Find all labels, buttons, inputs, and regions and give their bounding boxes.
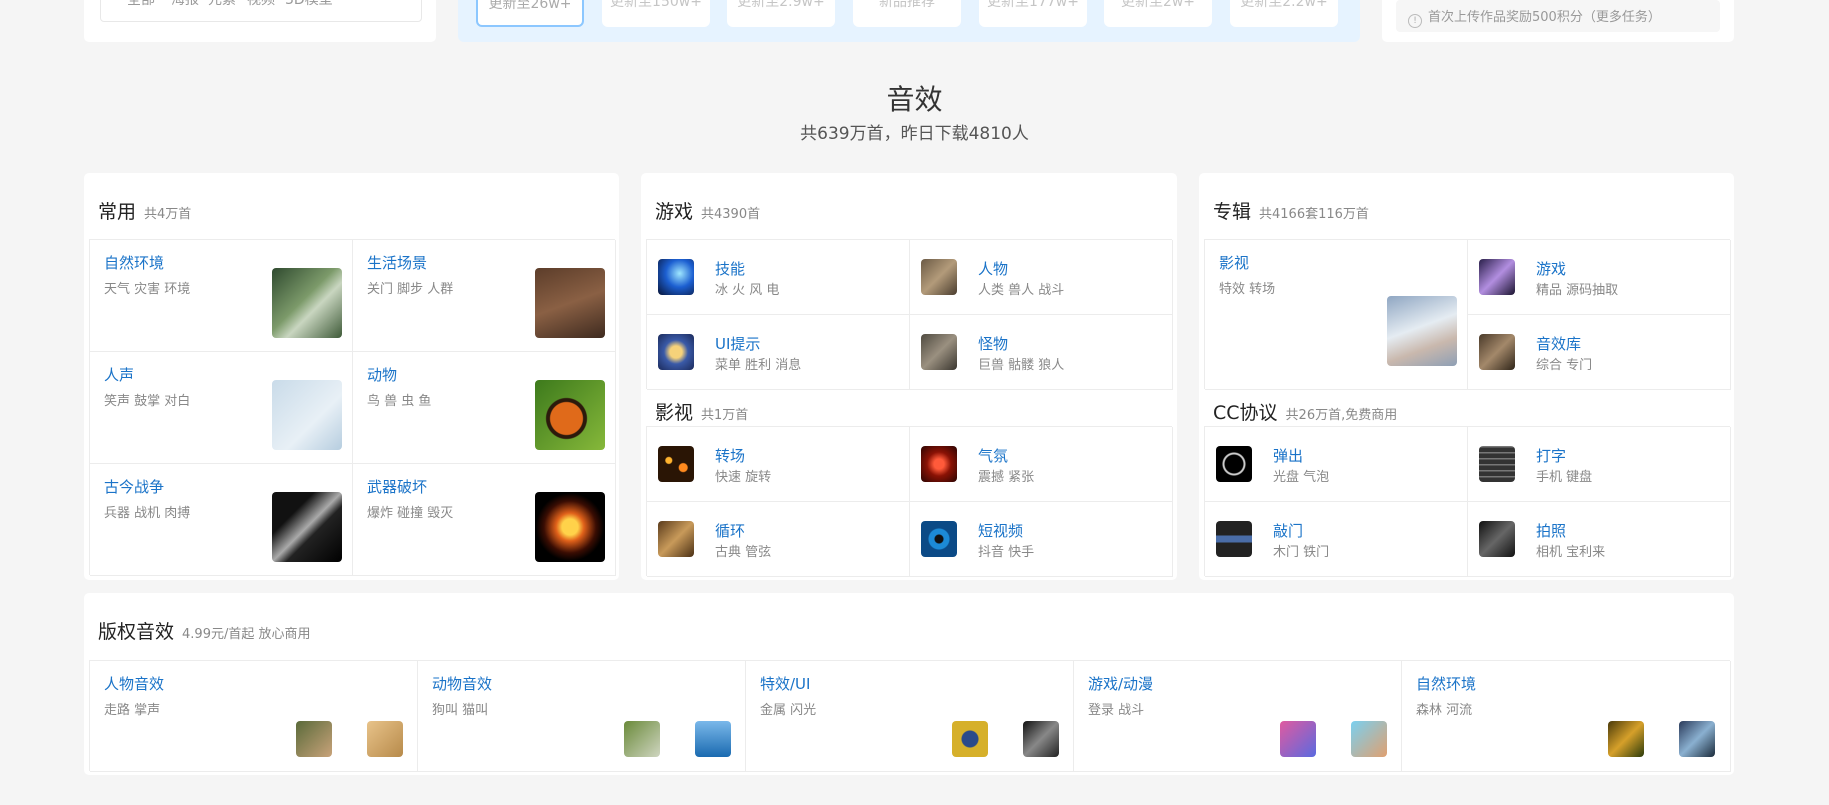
copyright-item[interactable]: 人物音效 走路 掌声 <box>90 661 418 772</box>
filter-poster[interactable]: 海报 <box>171 0 199 9</box>
album-item[interactable]: 游戏 精品 源码抽取 <box>1468 240 1731 315</box>
notice-panel: ! 首次上传作品奖励500积分（更多任务） <box>1382 0 1734 42</box>
filter-3d[interactable]: 3D模型 <box>285 0 333 9</box>
river-thumbnail <box>1679 721 1715 757</box>
common-item[interactable]: 人声 笑声 鼓掌 对白 <box>90 352 353 464</box>
anime-thumbnail <box>1280 721 1316 757</box>
album-title: 专辑 共4166套116万首 <box>1213 201 1369 223</box>
ui-alert-icon <box>658 334 694 370</box>
copyright-item[interactable]: 动物音效 狗叫 猫叫 <box>418 661 746 772</box>
clapping-thumbnail <box>367 721 403 757</box>
common-item[interactable]: 自然环境 天气 灾害 环境 <box>90 240 353 352</box>
forest-thumbnail <box>272 268 342 338</box>
common-item[interactable]: 武器破坏 爆炸 碰撞 毁灭 <box>353 464 616 576</box>
skill-icon <box>658 259 694 295</box>
atmosphere-icon <box>921 446 957 482</box>
copyright-item[interactable]: 特效/UI 金属 闪光 <box>746 661 1074 772</box>
film-item[interactable]: 循环 古典 管弦 <box>647 502 910 577</box>
film-grid: 转场 快速 旋转 气氛 震撼 紧张 循环 古典 管弦 短视频 抖音 快手 <box>646 426 1173 577</box>
short-video-icon <box>921 521 957 557</box>
character-icon <box>921 259 957 295</box>
common-grid: 自然环境 天气 灾害 环境 生活场景 关门 脚步 人群 人声 笑声 鼓掌 对白 动物鸟… <box>89 239 616 576</box>
dolphin-thumbnail <box>695 721 731 757</box>
album-grid: 影视 特效 转场 游戏 精品 源码抽取 音效库 综合 专门 <box>1204 239 1731 390</box>
film-title: 影视 共1万首 <box>655 402 749 424</box>
cc-item[interactable]: 弹出 光盘 气泡 <box>1205 427 1468 502</box>
album-feature[interactable]: 影视 特效 转场 <box>1205 240 1468 390</box>
chip-thumbnail <box>952 721 988 757</box>
walking-thumbnail <box>296 721 332 757</box>
update-tabs: 更新至26w+ 更新至150w+ 更新至2.9w+ 新品推荐 更新至177w+ … <box>458 0 1360 42</box>
cc-grid: 弹出 光盘 气泡 打字 手机 键盘 敲门 木门 铁门 拍照 相机 宝利来 <box>1204 426 1731 577</box>
blade-thumbnail <box>272 492 342 562</box>
common-item[interactable]: 动物鸟 兽 虫 鱼 <box>353 352 616 464</box>
cartoon-thumbnail <box>1351 721 1387 757</box>
camera-icon <box>1479 521 1515 557</box>
explosion-thumbnail <box>535 492 605 562</box>
common-panel: 常用 共4万首 自然环境 天气 灾害 环境 生活场景 关门 脚步 人群 人声 笑声 鼓掌… <box>84 173 619 580</box>
update-tab-1[interactable]: 更新至26w+ <box>476 0 584 27</box>
game-title: 游戏 共4390首 <box>655 201 761 223</box>
monster-icon <box>921 334 957 370</box>
dog-thumbnail <box>624 721 660 757</box>
common-item[interactable]: 古今战争 兵器 战机 肉搏 <box>90 464 353 576</box>
popup-icon <box>1216 446 1252 482</box>
cc-item[interactable]: 打字 手机 键盘 <box>1468 427 1731 502</box>
film-album-thumbnail <box>1387 296 1457 366</box>
copyright-title: 版权音效 4.99元/首起 放心商用 <box>98 621 311 643</box>
common-title: 常用 共4万首 <box>98 201 192 223</box>
album-item[interactable]: 音效库 综合 专门 <box>1468 315 1731 390</box>
update-tab-4[interactable]: 新品推荐 <box>853 0 961 27</box>
cc-item[interactable]: 拍照 相机 宝利来 <box>1468 502 1731 577</box>
meter-thumbnail <box>1023 721 1059 757</box>
update-tab-3[interactable]: 更新至2.9w+ <box>727 0 835 27</box>
copyright-panel: 版权音效 4.99元/首起 放心商用 人物音效 走路 掌声 动物音效 狗叫 猫叫 特效… <box>84 593 1734 775</box>
update-tab-6[interactable]: 更新至2w+ <box>1104 0 1212 27</box>
page-title: 音效 <box>886 83 943 116</box>
footsteps-thumbnail <box>535 268 605 338</box>
game-grid: 技能冰 火 风 电 人物 人类 兽人 战斗 UI提示 菜单 胜利 消息 怪物 巨兽 骷… <box>646 239 1173 390</box>
transition-icon <box>658 446 694 482</box>
sound-library-icon <box>1479 334 1515 370</box>
filter-panel: 全部 海报 元素 视频 3D模型 <box>84 0 436 42</box>
typing-icon <box>1479 446 1515 482</box>
cc-title: CC协议 共26万首,免费商用 <box>1213 402 1398 424</box>
type-filter: 全部 海报 元素 视频 3D模型 <box>100 0 422 22</box>
film-item[interactable]: 气氛 震撼 紧张 <box>910 427 1173 502</box>
knock-icon <box>1216 521 1252 557</box>
ladybug-thumbnail <box>535 380 605 450</box>
game-item[interactable]: 技能冰 火 风 电 <box>647 240 910 315</box>
game-item[interactable]: 怪物 巨兽 骷髅 狼人 <box>910 315 1173 390</box>
film-item[interactable]: 短视频 抖音 快手 <box>910 502 1173 577</box>
game-item[interactable]: 人物 人类 兽人 战斗 <box>910 240 1173 315</box>
forest-thumbnail <box>1608 721 1644 757</box>
page-subtitle: 共639万首，昨日下载4810人 <box>800 124 1029 144</box>
copyright-item[interactable]: 游戏/动漫 登录 战斗 <box>1074 661 1402 772</box>
notice-text: 首次上传作品奖励500积分（更多任务） <box>1428 10 1661 25</box>
info-icon: ! <box>1408 14 1422 28</box>
filter-video[interactable]: 视频 <box>247 0 275 9</box>
film-item[interactable]: 转场 快速 旋转 <box>647 427 910 502</box>
loop-icon <box>658 521 694 557</box>
filter-all[interactable]: 全部 <box>127 0 155 9</box>
game-panel: 游戏 共4390首 技能冰 火 风 电 人物 人类 兽人 战斗 UI提示 菜单 胜利 … <box>641 173 1177 580</box>
game-album-icon <box>1479 259 1515 295</box>
common-item[interactable]: 生活场景 关门 脚步 人群 <box>353 240 616 352</box>
album-panel: 专辑 共4166套116万首 影视 特效 转场 游戏 精品 源码抽取 音效库 综合 专门… <box>1199 173 1734 580</box>
update-tab-5[interactable]: 更新至177w+ <box>979 0 1087 27</box>
update-tab-2[interactable]: 更新至150w+ <box>602 0 710 27</box>
voice-thumbnail <box>272 380 342 450</box>
game-item[interactable]: UI提示 菜单 胜利 消息 <box>647 315 910 390</box>
cc-item[interactable]: 敲门 木门 铁门 <box>1205 502 1468 577</box>
update-tab-7[interactable]: 更新至2.2w+ <box>1230 0 1338 27</box>
upload-notice[interactable]: ! 首次上传作品奖励500积分（更多任务） <box>1396 0 1720 32</box>
copyright-grid: 人物音效 走路 掌声 动物音效 狗叫 猫叫 特效/UI 金属 闪光 游戏/动漫 登录 战… <box>89 660 1731 772</box>
copyright-item[interactable]: 自然环境 森林 河流 <box>1402 661 1731 772</box>
filter-element[interactable]: 元素 <box>208 0 236 9</box>
